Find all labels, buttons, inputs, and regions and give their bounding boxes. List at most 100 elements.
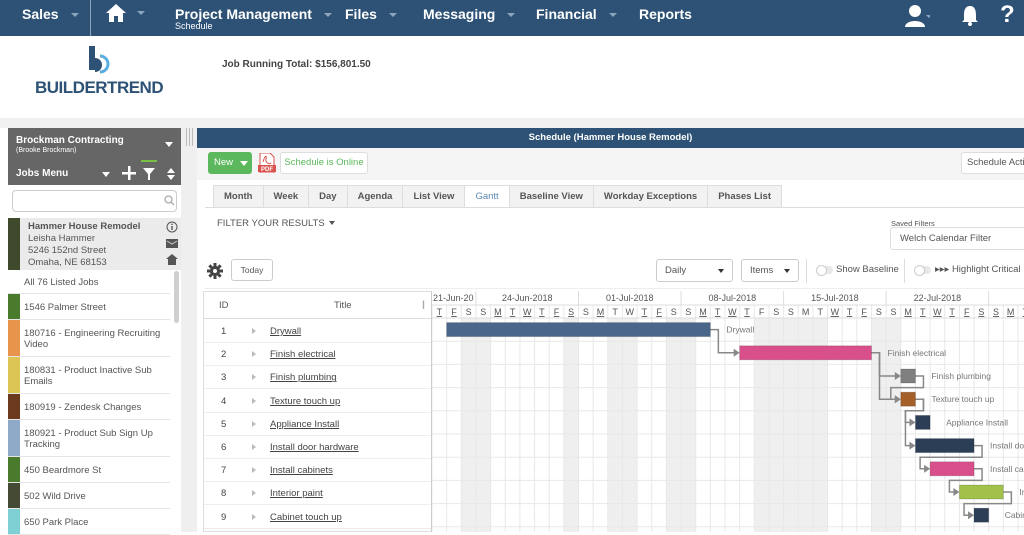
job-list-item[interactable]: All 76 Listed Jobs: [8, 270, 170, 294]
notifications-button[interactable]: [960, 3, 980, 34]
gantt-bar[interactable]: [446, 322, 711, 338]
column-header-id[interactable]: ID: [219, 300, 229, 311]
job-list-item[interactable]: 1546 Palmer Street: [8, 294, 170, 320]
jobs-menu-dropdown-icon[interactable]: [102, 172, 110, 177]
job-color-swatch: [8, 509, 20, 534]
tab-workday-exceptions[interactable]: Workday Exceptions: [592, 185, 709, 207]
gantt-bar[interactable]: [900, 391, 916, 407]
info-icon[interactable]: [166, 221, 178, 233]
home-icon[interactable]: [166, 254, 178, 265]
task-row[interactable]: 1 Drywall: [204, 320, 431, 343]
column-resize-handle[interactable]: |||: [422, 299, 425, 309]
highlight-critical-label: ▸▸▸ Highlight Critical: [935, 264, 1021, 275]
task-row[interactable]: 2 Finish electrical: [204, 343, 431, 367]
job-list-item[interactable]: 180831 - Product Inactive Sub Emails: [8, 357, 170, 394]
tab-phases-list[interactable]: Phases List: [707, 185, 782, 207]
filter-icon[interactable]: [143, 168, 155, 180]
sidebar-splitter[interactable]: [181, 128, 197, 532]
add-job-icon[interactable]: [122, 166, 136, 180]
gantt-bar[interactable]: [900, 368, 916, 384]
task-title-link[interactable]: Appliance Install: [270, 419, 339, 430]
gantt-bar[interactable]: [739, 345, 872, 361]
jobs-scrollbar-thumb[interactable]: [174, 271, 179, 323]
highlight-critical-toggle[interactable]: [914, 265, 931, 276]
task-title-link[interactable]: Finish electrical: [270, 349, 335, 360]
nav-project-management[interactable]: Project Management Schedule: [175, 6, 332, 31]
task-title-link[interactable]: Install door hardware: [270, 442, 359, 453]
nav-sales[interactable]: Sales: [22, 6, 79, 22]
task-id: 3: [221, 372, 227, 384]
today-button[interactable]: Today: [231, 259, 273, 281]
mail-icon[interactable]: [166, 239, 178, 248]
schedule-actions-dropdown[interactable]: Schedule Actions: [961, 152, 1024, 174]
expand-arrow-icon[interactable]: [252, 397, 256, 404]
pdf-icon[interactable]: PDF: [258, 153, 276, 173]
job-list-item[interactable]: 180919 - Zendesk Changes: [8, 394, 170, 420]
job-list-item[interactable]: 650 Park Place: [8, 509, 170, 535]
task-title-link[interactable]: Drywall: [270, 326, 301, 337]
sort-icon[interactable]: [167, 168, 175, 180]
nav-messaging[interactable]: Messaging: [423, 6, 516, 22]
nav-financial[interactable]: Financial: [536, 6, 617, 22]
task-title-link[interactable]: Cabinet touch up: [270, 512, 342, 523]
schedule-online-button[interactable]: Schedule is Online: [280, 152, 368, 174]
company-dropdown-icon[interactable]: [165, 142, 173, 147]
filter-results-toggle[interactable]: FILTER YOUR RESULTS: [217, 218, 335, 229]
gantt-bar[interactable]: [929, 461, 975, 477]
job-search-input[interactable]: [12, 190, 177, 212]
tab-gantt[interactable]: Gantt: [464, 185, 510, 208]
saved-filters-select[interactable]: Welch Calendar Filter: [890, 227, 1024, 250]
task-row[interactable]: 4 Texture touch up: [204, 390, 431, 413]
group-select[interactable]: Items: [741, 259, 799, 282]
task-row[interactable]: 5 Appliance Install: [204, 413, 431, 436]
expand-arrow-icon[interactable]: [252, 328, 256, 334]
expand-arrow-icon[interactable]: [252, 513, 256, 520]
tab-agenda[interactable]: Agenda: [346, 185, 404, 207]
task-row[interactable]: 3 Finish plumbing: [204, 366, 431, 390]
expand-arrow-icon[interactable]: [252, 490, 256, 497]
selected-job[interactable]: Hammer House Remodel Leisha Hammer 5246 …: [8, 218, 181, 270]
task-title-link[interactable]: Finish plumbing: [270, 372, 337, 383]
task-row[interactable]: 9 Cabinet touch up: [204, 506, 431, 529]
job-list-item[interactable]: 450 Beardmore St: [8, 457, 170, 483]
column-header-title[interactable]: Title: [334, 300, 352, 311]
task-row[interactable]: 6 Install door hardware: [204, 436, 431, 459]
day-letter: S: [978, 307, 984, 317]
user-menu[interactable]: [904, 3, 932, 34]
expand-arrow-icon[interactable]: [252, 351, 256, 358]
help-icon[interactable]: ?: [1000, 1, 1015, 29]
tab-baseline-view[interactable]: Baseline View: [508, 185, 594, 207]
nav-files[interactable]: Files: [345, 6, 397, 22]
group-value: Items: [750, 265, 774, 276]
nav-reports[interactable]: Reports: [639, 6, 692, 22]
expand-arrow-icon[interactable]: [252, 467, 256, 474]
gantt-bar[interactable]: [914, 438, 975, 454]
show-baseline-toggle[interactable]: [816, 265, 833, 276]
task-title-link[interactable]: Texture touch up: [270, 396, 340, 407]
job-list-item[interactable]: 180716 - Engineering Recruiting Video: [8, 320, 170, 357]
tab-day[interactable]: Day: [308, 185, 348, 207]
tab-month[interactable]: Month: [213, 185, 264, 207]
task-title-link[interactable]: Interior paint: [270, 488, 323, 499]
task-title-link[interactable]: Install cabinets: [270, 465, 333, 476]
day-letter: T: [642, 307, 648, 317]
gantt-bar[interactable]: [973, 507, 990, 523]
task-row[interactable]: 7 Install cabinets: [204, 459, 431, 483]
tab-list-view[interactable]: List View: [402, 185, 466, 207]
job-list-item[interactable]: 502 Wild Drive: [8, 483, 170, 509]
company-name[interactable]: Brockman Contracting: [16, 135, 124, 146]
expand-arrow-icon[interactable]: [252, 444, 256, 450]
task-row[interactable]: 8 Interior paint: [204, 482, 431, 506]
new-button[interactable]: New: [208, 152, 252, 174]
scale-select[interactable]: Daily: [656, 259, 733, 282]
tab-week[interactable]: Week: [262, 185, 310, 207]
expand-arrow-icon[interactable]: [252, 374, 256, 381]
buildertrend-logo[interactable]: BUILDERTREND: [35, 46, 165, 98]
nav-home[interactable]: [105, 3, 145, 23]
gantt-bar[interactable]: [958, 484, 1004, 500]
grid-header: ID Title |||: [204, 292, 431, 319]
job-list-item[interactable]: 180921 - Product Sub Sign Up Tracking: [8, 420, 170, 457]
gear-icon[interactable]: [207, 263, 223, 279]
gantt-bar[interactable]: [914, 414, 931, 430]
expand-arrow-icon[interactable]: [252, 420, 256, 427]
